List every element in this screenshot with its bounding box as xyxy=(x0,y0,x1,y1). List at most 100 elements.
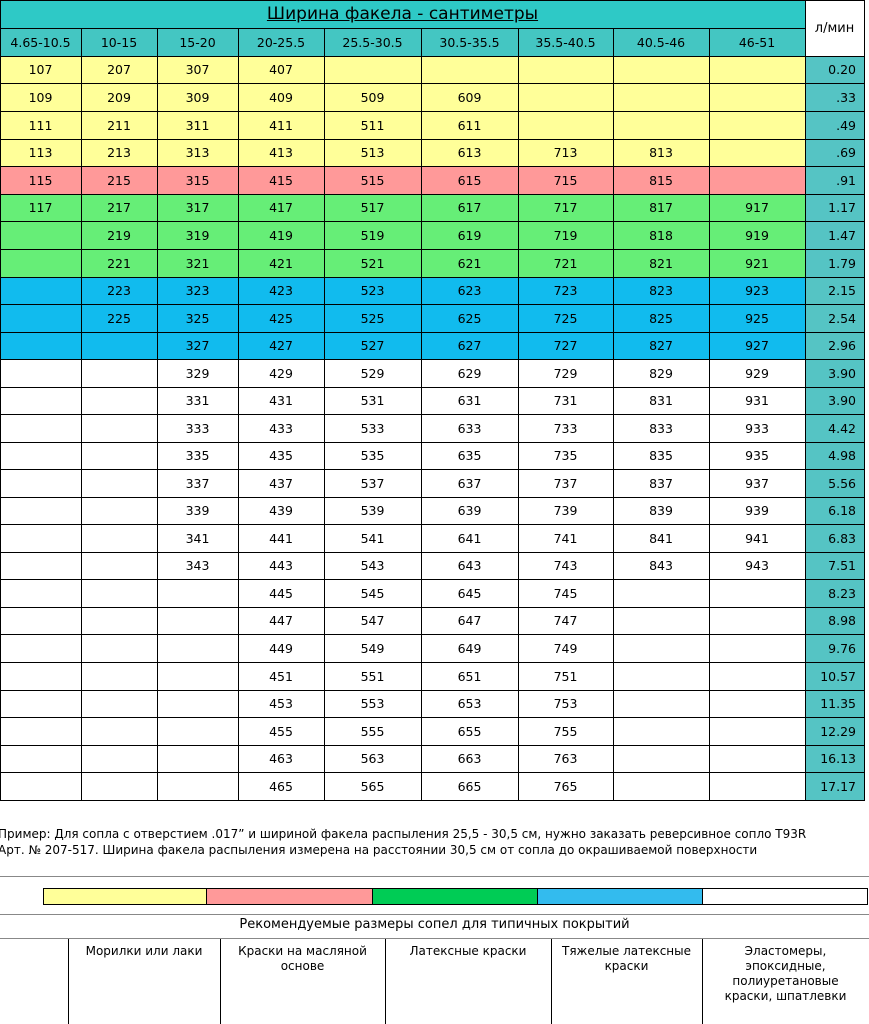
nozzle-code-cell xyxy=(81,442,157,469)
legend-swatch-3 xyxy=(372,888,538,905)
flow-rate-cell: 10.57 xyxy=(805,662,864,690)
grid-line xyxy=(0,28,805,29)
nozzle-code-cell: 919 xyxy=(709,221,805,249)
nozzle-code-cell xyxy=(0,745,81,772)
nozzle-code-cell: 415 xyxy=(238,166,324,194)
grid-line xyxy=(0,800,864,801)
nozzle-code-cell: 813 xyxy=(613,139,709,166)
flow-rate-cell: .91 xyxy=(805,166,864,194)
flow-rate-cell: 6.83 xyxy=(805,524,864,552)
nozzle-code-cell: 219 xyxy=(81,221,157,249)
nozzle-code-cell: 335 xyxy=(157,442,238,469)
nozzle-code-cell xyxy=(157,607,238,634)
grid-line xyxy=(0,194,864,195)
nozzle-code-cell: 745 xyxy=(518,579,613,607)
flow-rate-cell: .69 xyxy=(805,139,864,166)
grid-line xyxy=(385,938,386,1024)
nozzle-code-cell: 821 xyxy=(613,249,709,277)
flow-rate-cell: 1.47 xyxy=(805,221,864,249)
flow-rate-cell: 8.98 xyxy=(805,607,864,634)
grid-line xyxy=(0,662,864,663)
nozzle-code-cell xyxy=(613,83,709,111)
nozzle-code-cell: 329 xyxy=(157,359,238,387)
nozzle-code-cell xyxy=(157,662,238,690)
width-header-8: 40.5-46 xyxy=(613,28,709,56)
grid-line xyxy=(613,28,614,800)
nozzle-code-cell: 735 xyxy=(518,442,613,469)
nozzle-code-cell: 831 xyxy=(613,387,709,414)
grid-line xyxy=(551,938,552,1024)
grid-line xyxy=(0,524,864,525)
flow-rate-cell: 16.13 xyxy=(805,745,864,772)
grid-line xyxy=(0,221,864,222)
nozzle-code-cell: 417 xyxy=(238,194,324,221)
grid-line xyxy=(68,938,69,1024)
nozzle-code-cell: 817 xyxy=(613,194,709,221)
nozzle-code-cell xyxy=(709,83,805,111)
flow-rate-cell: 12.29 xyxy=(805,717,864,745)
divider-line xyxy=(0,876,869,877)
nozzle-code-cell: 731 xyxy=(518,387,613,414)
nozzle-code-cell xyxy=(81,332,157,359)
nozzle-code-cell: 455 xyxy=(238,717,324,745)
nozzle-code-cell xyxy=(709,634,805,662)
nozzle-code-cell: 649 xyxy=(421,634,518,662)
recommended-sizes-title: Рекомендуемые размеры сопел для типичных… xyxy=(239,917,630,932)
nozzle-code-cell: 541 xyxy=(324,524,421,552)
legend-swatch-5 xyxy=(702,888,868,905)
grid-line xyxy=(0,277,864,278)
nozzle-code-cell: 519 xyxy=(324,221,421,249)
nozzle-code-cell: 818 xyxy=(613,221,709,249)
grid-line xyxy=(0,111,864,112)
nozzle-code-cell: 545 xyxy=(324,579,421,607)
nozzle-code-cell: 523 xyxy=(324,277,421,304)
nozzle-code-cell: 107 xyxy=(0,56,81,83)
nozzle-code-cell: 937 xyxy=(709,469,805,497)
nozzle-code-cell: 943 xyxy=(709,552,805,579)
nozzle-code-cell: 717 xyxy=(518,194,613,221)
nozzle-code-cell: 451 xyxy=(238,662,324,690)
nozzle-code-cell: 421 xyxy=(238,249,324,277)
nozzle-code-cell xyxy=(0,359,81,387)
nozzle-code-cell: 825 xyxy=(613,304,709,332)
nozzle-code-cell: 423 xyxy=(238,277,324,304)
nozzle-code-cell xyxy=(0,442,81,469)
grid-line xyxy=(0,56,864,57)
example-note-line-1: Пример: Для сопла с отверстием .017” и ш… xyxy=(0,827,807,841)
grid-line xyxy=(0,166,864,167)
nozzle-code-cell: 551 xyxy=(324,662,421,690)
nozzle-code-cell xyxy=(709,579,805,607)
nozzle-code-cell: 565 xyxy=(324,772,421,800)
nozzle-code-cell: 433 xyxy=(238,414,324,442)
nozzle-code-cell xyxy=(81,359,157,387)
grid-line xyxy=(324,28,325,800)
nozzle-code-cell: 823 xyxy=(613,277,709,304)
nozzle-code-cell xyxy=(709,717,805,745)
nozzle-code-cell: 643 xyxy=(421,552,518,579)
flow-rate-cell: 2.96 xyxy=(805,332,864,359)
nozzle-code-cell: 115 xyxy=(0,166,81,194)
nozzle-code-cell: 439 xyxy=(238,497,324,524)
nozzle-code-cell: 765 xyxy=(518,772,613,800)
nozzle-code-cell: 941 xyxy=(709,524,805,552)
nozzle-code-cell: 921 xyxy=(709,249,805,277)
nozzle-code-cell: 441 xyxy=(238,524,324,552)
nozzle-code-cell: 833 xyxy=(613,414,709,442)
grid-line xyxy=(0,579,864,580)
nozzle-code-cell xyxy=(518,83,613,111)
nozzle-code-cell: 925 xyxy=(709,304,805,332)
nozzle-code-cell: 217 xyxy=(81,194,157,221)
nozzle-code-cell: 835 xyxy=(613,442,709,469)
flow-rate-cell: 3.90 xyxy=(805,359,864,387)
nozzle-code-cell: 843 xyxy=(613,552,709,579)
nozzle-code-cell xyxy=(81,634,157,662)
flow-rate-cell: 3.90 xyxy=(805,387,864,414)
nozzle-code-cell xyxy=(0,497,81,524)
nozzle-code-cell: 539 xyxy=(324,497,421,524)
nozzle-code-cell: 715 xyxy=(518,166,613,194)
nozzle-code-cell: 719 xyxy=(518,221,613,249)
nozzle-code-cell: 407 xyxy=(238,56,324,83)
nozzle-code-cell: 721 xyxy=(518,249,613,277)
flow-rate-cell: 8.23 xyxy=(805,579,864,607)
nozzle-code-cell: 613 xyxy=(421,139,518,166)
